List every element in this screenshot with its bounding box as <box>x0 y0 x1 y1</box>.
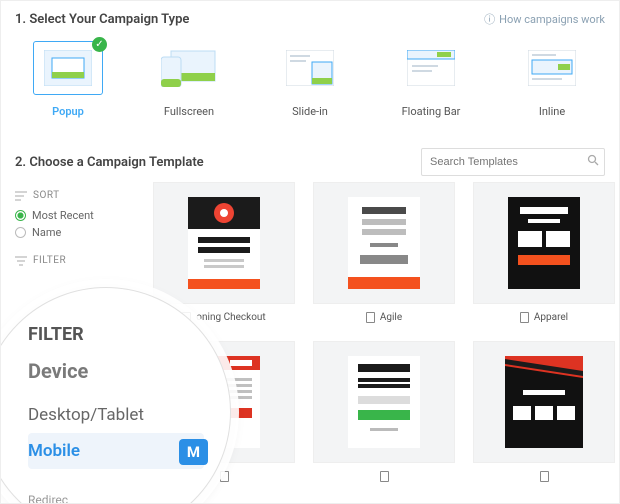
search-icon <box>587 154 599 166</box>
campaign-type-label: Inline <box>539 105 565 118</box>
filter-icon <box>15 256 27 266</box>
sort-option-label: Most Recent <box>32 209 94 222</box>
campaign-type-slidein[interactable]: Slide-in <box>265 41 355 118</box>
template-card[interactable]: Apparel <box>473 182 615 323</box>
template-card[interactable] <box>313 341 455 482</box>
template-label: Agile <box>366 312 402 323</box>
campaign-type-row: ✓ Popup Fullscreen <box>1 33 619 148</box>
filter-heading: FILTER <box>15 255 135 266</box>
device-option-mobile[interactable]: Mobile M <box>28 433 204 469</box>
template-thumb <box>153 182 295 304</box>
help-link-label: How campaigns work <box>499 13 605 26</box>
radio-icon <box>15 227 26 238</box>
sort-heading: SORT <box>15 190 135 201</box>
template-thumb <box>313 341 455 463</box>
sort-most-recent[interactable]: Most Recent <box>15 209 135 222</box>
template-card[interactable]: Agile <box>313 182 455 323</box>
sort-icon <box>15 191 27 201</box>
device-heading: Device <box>28 359 204 383</box>
campaign-type-popup[interactable]: ✓ Popup <box>23 41 113 118</box>
campaign-type-label: Floating Bar <box>402 105 461 118</box>
check-icon: ✓ <box>92 37 107 52</box>
template-thumb <box>473 182 615 304</box>
campaign-type-label: Popup <box>52 105 84 118</box>
sort-option-label: Name <box>32 226 61 239</box>
template-thumb <box>313 182 455 304</box>
filter-heading: FILTER <box>28 324 204 345</box>
sort-name[interactable]: Name <box>15 226 135 239</box>
inline-icon <box>517 41 587 95</box>
slidein-icon <box>275 41 345 95</box>
device-option-desktop[interactable]: Desktop/Tablet <box>28 397 204 433</box>
campaign-type-label: Slide-in <box>292 105 328 118</box>
template-label <box>380 471 389 482</box>
how-campaigns-work-link[interactable]: ⓘ How campaigns work <box>484 11 605 27</box>
template-card[interactable]: oning Checkout <box>153 182 295 323</box>
info-icon: ⓘ <box>484 11 495 27</box>
template-label: oning Checkout <box>182 312 265 323</box>
campaign-type-inline[interactable]: Inline <box>507 41 597 118</box>
redirect-label: Redirec <box>28 493 204 504</box>
search-templates[interactable] <box>421 148 605 176</box>
template-label <box>220 471 229 482</box>
mobile-badge: M <box>179 439 208 465</box>
campaign-type-floating[interactable]: Floating Bar <box>386 41 476 118</box>
template-label <box>540 471 549 482</box>
radio-icon <box>15 210 26 221</box>
fullscreen-icon <box>154 41 224 95</box>
campaign-type-label: Fullscreen <box>164 105 214 118</box>
template-thumb <box>473 341 615 463</box>
step1-title: 1. Select Your Campaign Type <box>15 12 189 27</box>
campaign-type-fullscreen[interactable]: Fullscreen <box>144 41 234 118</box>
step2-title: 2. Choose a Campaign Template <box>15 155 204 170</box>
template-label: Apparel <box>520 312 568 323</box>
template-card[interactable] <box>473 341 615 482</box>
floating-icon <box>396 41 466 95</box>
popup-icon <box>33 41 103 95</box>
search-input[interactable] <box>421 148 605 176</box>
device-option-label: Mobile <box>28 441 80 461</box>
